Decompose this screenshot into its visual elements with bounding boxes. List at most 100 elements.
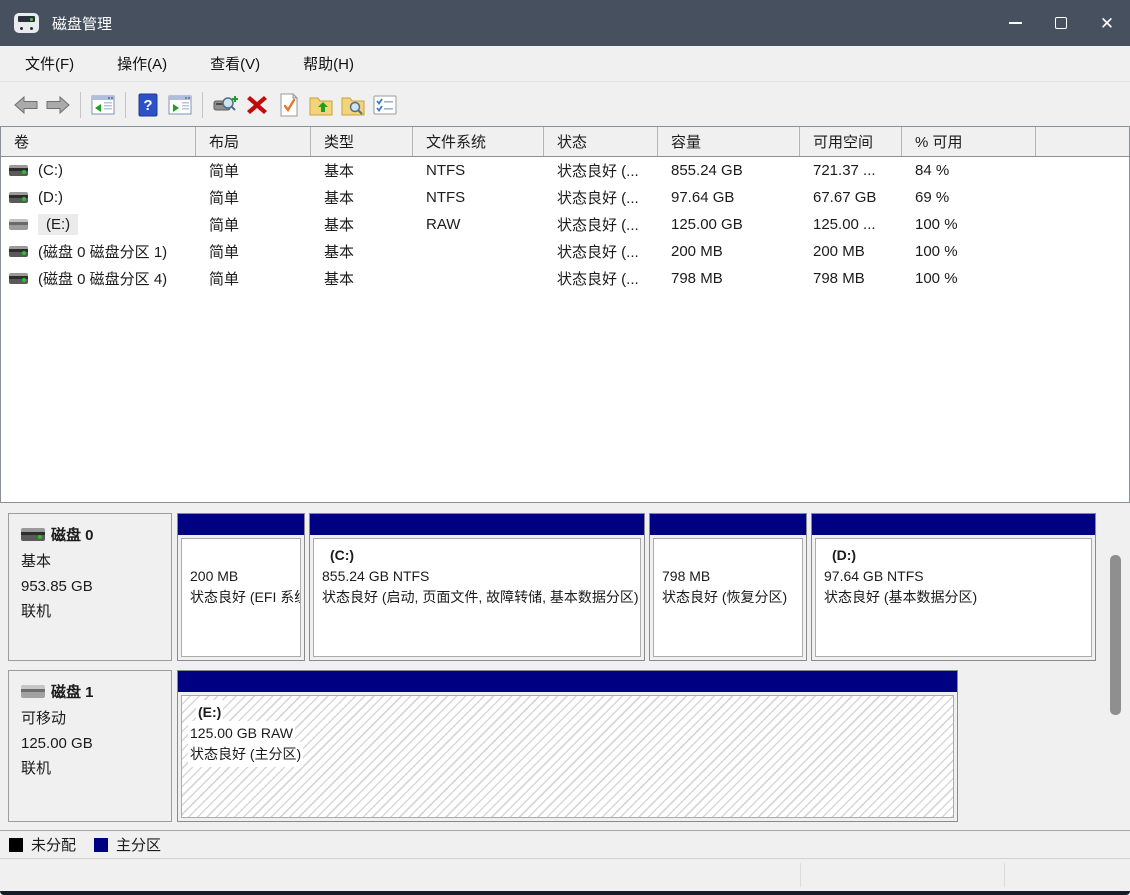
back-button[interactable] xyxy=(10,90,42,120)
forward-button[interactable] xyxy=(42,90,74,120)
capacity-cell: 855.24 GB xyxy=(658,157,800,184)
fs-cell: RAW xyxy=(413,211,544,238)
partition-status: 状态良好 (基本数据分区) xyxy=(824,587,1083,608)
filler-cell xyxy=(1036,265,1129,292)
column-header-2[interactable]: 类型 xyxy=(311,127,413,156)
legend-item-0: 未分配 xyxy=(9,834,76,855)
volume-icon xyxy=(9,246,28,257)
table-row[interactable]: (C:)简单基本NTFS状态良好 (...855.24 GB721.37 ...… xyxy=(1,157,1129,184)
disk-header-panel[interactable]: 磁盘 0基本953.85 GB联机 xyxy=(8,513,172,661)
minimize-button[interactable] xyxy=(992,0,1038,46)
partition-block[interactable]: 200 MB状态良好 (EFI 系统分区) xyxy=(177,513,305,661)
partition-size: 798 MB xyxy=(662,566,794,587)
menu-item-3[interactable]: 帮助(H) xyxy=(288,47,369,80)
column-header-7[interactable]: % 可用 xyxy=(902,127,1036,156)
table-row[interactable]: (E:)简单基本RAW状态良好 (...125.00 GB125.00 ...1… xyxy=(1,211,1129,238)
partition-body: 200 MB状态良好 (EFI 系统分区) xyxy=(181,538,301,657)
status-cell: 状态良好 (... xyxy=(544,211,658,238)
partition-block[interactable]: (D:)97.64 GB NTFS状态良好 (基本数据分区) xyxy=(811,513,1096,661)
status-cell: 状态良好 (... xyxy=(544,157,658,184)
layout-cell: 简单 xyxy=(196,211,311,238)
explore-button[interactable] xyxy=(337,90,369,120)
column-header-5[interactable]: 容量 xyxy=(658,127,800,156)
filler-cell xyxy=(1036,238,1129,265)
maximize-button[interactable] xyxy=(1038,0,1084,46)
layout-cell: 简单 xyxy=(196,265,311,292)
window-bottom-border xyxy=(0,891,1130,895)
toolbar: ? xyxy=(0,83,1130,126)
status-cell: 状态良好 (... xyxy=(544,184,658,211)
filler-cell xyxy=(1036,211,1129,238)
fs-cell: NTFS xyxy=(413,184,544,211)
disk-status: 联机 xyxy=(21,599,171,624)
menu-item-1[interactable]: 操作(A) xyxy=(102,47,182,80)
disk-type: 基本 xyxy=(21,549,171,574)
volume-cell: (D:) xyxy=(1,184,196,211)
pct-free-cell: 84 % xyxy=(902,157,1036,184)
capacity-cell: 97.64 GB xyxy=(658,184,800,211)
column-header-0[interactable]: 卷 xyxy=(1,127,196,156)
table-row[interactable]: (磁盘 0 磁盘分区 4)简单基本状态良好 (...798 MB798 MB10… xyxy=(1,265,1129,292)
help-button[interactable]: ? xyxy=(132,90,164,120)
pct-free-cell: 100 % xyxy=(902,211,1036,238)
close-button[interactable]: ✕ xyxy=(1084,0,1130,46)
partition-body: 798 MB状态良好 (恢复分区) xyxy=(653,538,803,657)
table-row[interactable]: (D:)简单基本NTFS状态良好 (...97.64 GB67.67 GB69 … xyxy=(1,184,1129,211)
column-header-1[interactable]: 布局 xyxy=(196,127,311,156)
volume-name: (磁盘 0 磁盘分区 4) xyxy=(38,268,167,289)
properties-list-button[interactable] xyxy=(369,90,401,120)
open-folder-icon xyxy=(309,94,333,116)
free-space-cell: 125.00 ... xyxy=(800,211,902,238)
table-row[interactable]: (磁盘 0 磁盘分区 1)简单基本状态良好 (...200 MB200 MB10… xyxy=(1,238,1129,265)
menu-item-2[interactable]: 查看(V) xyxy=(195,47,275,80)
partition-block[interactable]: (E:)125.00 GB RAW状态良好 (主分区) xyxy=(177,670,958,822)
partition-body: (E:)125.00 GB RAW状态良好 (主分区) xyxy=(181,695,954,818)
type-cell: 基本 xyxy=(311,157,413,184)
disk-header-panel[interactable]: 磁盘 1可移动125.00 GB联机 xyxy=(8,670,172,822)
column-header-4[interactable]: 状态 xyxy=(544,127,658,156)
rescan-disks-icon xyxy=(212,94,238,116)
partition-size: 200 MB xyxy=(190,566,292,587)
column-header-3[interactable]: 文件系统 xyxy=(413,127,544,156)
menu-item-0[interactable]: 文件(F) xyxy=(10,47,89,80)
pct-free-cell: 69 % xyxy=(902,184,1036,211)
filler-cell xyxy=(1036,157,1129,184)
menu-bar: 文件(F) 操作(A) 查看(V) 帮助(H) xyxy=(0,46,1130,82)
vertical-scrollbar[interactable] xyxy=(1110,555,1121,715)
legend-label: 未分配 xyxy=(31,834,76,855)
legend-bar: 未分配 主分区 xyxy=(0,830,1130,858)
filler-cell xyxy=(1036,184,1129,211)
status-bar xyxy=(0,858,1130,891)
status-bar-divider xyxy=(800,863,801,887)
partition-block[interactable]: 798 MB状态良好 (恢复分区) xyxy=(649,513,807,661)
legend-label: 主分区 xyxy=(116,834,161,855)
close-icon: ✕ xyxy=(1100,15,1114,32)
partition-block[interactable]: (C:)855.24 GB NTFS状态良好 (启动, 页面文件, 故障转储, … xyxy=(309,513,645,661)
disk-name: 磁盘 0 xyxy=(51,524,94,545)
mark-partition-active-button[interactable] xyxy=(273,90,305,120)
open-button[interactable] xyxy=(305,90,337,120)
partition-body: (C:)855.24 GB NTFS状态良好 (启动, 页面文件, 故障转储, … xyxy=(313,538,641,657)
column-header-6[interactable]: 可用空间 xyxy=(800,127,902,156)
graphical-view-pane: 磁盘 0基本953.85 GB联机200 MB状态良好 (EFI 系统分区)(C… xyxy=(0,509,1130,830)
show-action-pane-button[interactable] xyxy=(164,90,196,120)
show-console-tree-button[interactable] xyxy=(87,90,119,120)
volume-list-header: 卷布局类型文件系统状态容量可用空间% 可用 xyxy=(1,127,1129,157)
disk-management-window: 磁盘管理 ✕ 文件(F)操作(A)查看(V)帮助(H) xyxy=(0,0,1130,895)
status-cell: 状态良好 (... xyxy=(544,238,658,265)
capacity-cell: 125.00 GB xyxy=(658,211,800,238)
partition-size: 125.00 GB RAW xyxy=(190,723,945,744)
partition-name: (C:) xyxy=(322,545,632,566)
partition-status: 状态良好 (主分区) xyxy=(190,744,945,765)
help-icon: ? xyxy=(138,93,158,117)
volume-list-pane: 卷布局类型文件系统状态容量可用空间% 可用 (C:)简单基本NTFS状态良好 (… xyxy=(0,126,1130,503)
column-header-8[interactable] xyxy=(1036,127,1129,156)
disk-icon xyxy=(21,528,45,541)
delete-volume-button[interactable] xyxy=(241,90,273,120)
rescan-disks-button[interactable] xyxy=(209,90,241,120)
capacity-cell: 798 MB xyxy=(658,265,800,292)
partition-status: 状态良好 (恢复分区) xyxy=(662,587,794,608)
pct-free-cell: 100 % xyxy=(902,238,1036,265)
explore-folder-icon xyxy=(341,94,365,116)
disk-status: 联机 xyxy=(21,756,171,781)
